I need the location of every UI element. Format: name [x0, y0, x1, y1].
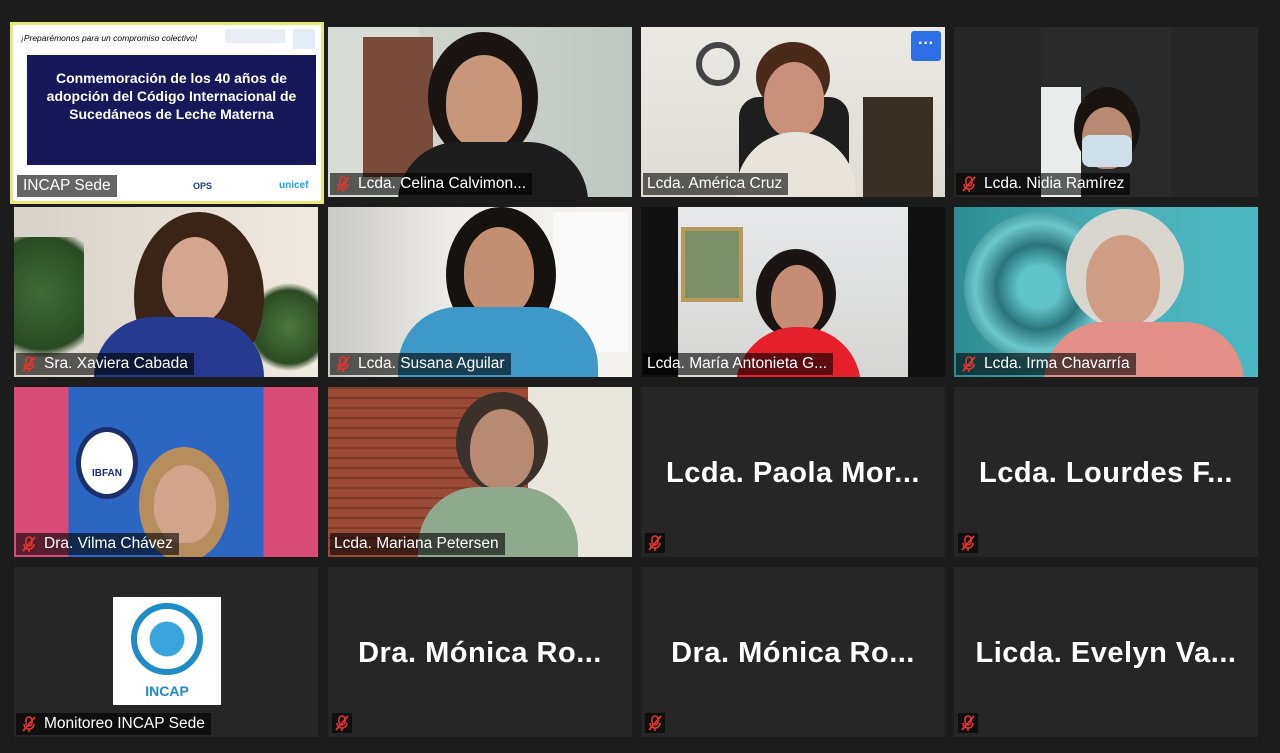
mic-muted-icon [958, 533, 978, 553]
slide-title: Conmemoración de los 40 años de adopción… [46, 70, 297, 122]
video-tile-monitoreo[interactable]: INCAP Monitoreo INCAP Sede [14, 567, 318, 737]
participant-name-bar: Lcda. Celina Calvimon... [330, 173, 532, 195]
video-tile-nidia[interactable]: Lcda. Nidia Ramírez [954, 27, 1258, 197]
participant-name-bar: Lcda. Mariana Petersen [330, 533, 505, 555]
mic-muted-icon [334, 175, 352, 193]
participant-name: Lcda. Irma Chavarría [984, 355, 1130, 372]
more-options-icon[interactable]: ··· [911, 31, 941, 61]
video-tile-irma[interactable]: Lcda. Irma Chavarría [954, 207, 1258, 377]
slide-title-panel: Conmemoración de los 40 años de adopción… [27, 55, 316, 165]
video-tile-evelyn[interactable]: Licda. Evelyn Va... [954, 567, 1258, 737]
person-face [771, 265, 823, 333]
participant-name: Sra. Xaviera Cabada [44, 355, 188, 372]
ibfan-seal-text: IBFAN [92, 468, 122, 479]
incap-logo-text: INCAP [145, 683, 189, 699]
video-tile-xaviera[interactable]: Sra. Xaviera Cabada [14, 207, 318, 377]
participant-name: Lcda. Nidia Ramírez [984, 175, 1125, 192]
participant-name: Lcda. María Antonieta G... [647, 355, 828, 372]
video-tile-paola[interactable]: Lcda. Paola Mor... [641, 387, 945, 557]
mic-muted-icon [960, 355, 978, 373]
mic-muted-icon [20, 535, 38, 553]
video-tile-america[interactable]: ··· Lcda. América Cruz [641, 27, 945, 197]
wall-mirror [696, 42, 740, 86]
mic-muted-icon [958, 713, 978, 733]
mic-muted-icon [960, 175, 978, 193]
incap-emblem [131, 603, 203, 675]
person-face [470, 409, 534, 489]
wall-painting [681, 227, 743, 302]
participant-name: Lcda. Celina Calvimon... [358, 175, 526, 192]
person-face [764, 62, 824, 137]
mic-muted-icon [332, 713, 352, 733]
person-face [446, 55, 522, 149]
participant-name: Lcda. América Cruz [647, 175, 783, 192]
slide-header: ¡Preparémonos para un compromiso colecti… [13, 25, 321, 55]
participant-name-bar: Lcda. Nidia Ramírez [956, 173, 1131, 195]
unicef-logo: unicef [279, 180, 309, 191]
video-tile-vilma[interactable]: IBFAN Dra. Vilma Chávez [14, 387, 318, 557]
maternidad-logo [293, 29, 315, 49]
guatemala-logo [225, 29, 285, 43]
participant-display-name: Licda. Evelyn Va... [975, 637, 1237, 669]
mic-muted-icon [20, 355, 38, 373]
shelf [863, 97, 933, 197]
mic-muted-icon [20, 715, 38, 733]
ops-logo: OPS [193, 181, 213, 191]
video-tile-susana[interactable]: Lcda. Susana Aguilar [328, 207, 632, 377]
participant-name-bar: Sra. Xaviera Cabada [16, 353, 194, 375]
person-face [162, 237, 228, 323]
participant-name-bar: Dra. Vilma Chávez [16, 533, 179, 555]
person-face [1086, 235, 1160, 327]
person-face [154, 465, 216, 543]
participant-name: Lcda. Mariana Petersen [334, 535, 499, 552]
video-tile-monica-1[interactable]: Dra. Mónica Ro... [328, 567, 632, 737]
participant-name-bar: Lcda. Susana Aguilar [330, 353, 511, 375]
participant-name-bar: INCAP Sede [17, 175, 117, 197]
participant-name-bar: Monitoreo INCAP Sede [16, 713, 211, 735]
mic-muted-icon [334, 355, 352, 373]
face-mask [1082, 135, 1132, 167]
video-tile-celina[interactable]: Lcda. Celina Calvimon... [328, 27, 632, 197]
person-face [464, 227, 534, 317]
participant-display-name: Dra. Mónica Ro... [358, 637, 602, 669]
video-tile-maria[interactable]: Lcda. María Antonieta G... [641, 207, 945, 377]
ibfan-seal: IBFAN [76, 427, 138, 499]
participant-name: Monitoreo INCAP Sede [44, 715, 205, 732]
slide-tagline: ¡Preparémonos para un compromiso colecti… [21, 33, 198, 43]
participant-name-bar: Lcda. María Antonieta G... [643, 353, 834, 375]
participant-name: Lcda. Susana Aguilar [358, 355, 505, 372]
mic-muted-icon [645, 533, 665, 553]
incap-logo: INCAP [113, 597, 221, 705]
participant-display-name: Dra. Mónica Ro... [671, 637, 915, 669]
participant-display-name: Lcda. Paola Mor... [666, 457, 920, 489]
video-tile-mariana[interactable]: Lcda. Mariana Petersen [328, 387, 632, 557]
video-tile-incap-sede[interactable]: ¡Preparémonos para un compromiso colecti… [10, 22, 324, 204]
participant-display-name: Lcda. Lourdes F... [979, 457, 1233, 489]
participant-name: INCAP Sede [23, 177, 111, 194]
video-tile-lourdes[interactable]: Lcda. Lourdes F... [954, 387, 1258, 557]
participant-name-bar: Lcda. América Cruz [643, 173, 789, 195]
video-tile-monica-2[interactable]: Dra. Mónica Ro... [641, 567, 945, 737]
participant-name: Dra. Vilma Chávez [44, 535, 173, 552]
mic-muted-icon [645, 713, 665, 733]
participant-name-bar: Lcda. Irma Chavarría [956, 353, 1136, 375]
